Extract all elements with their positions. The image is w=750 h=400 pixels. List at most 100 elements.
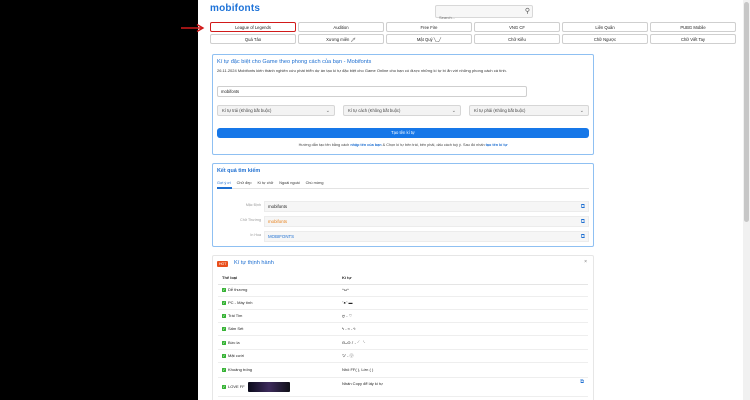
row-chars[interactable]: Nhô FF( ), Lớn ( ) <box>342 367 373 372</box>
row-category: ✓ Khoảng trống <box>222 367 252 372</box>
col-category-header: Thể loại <box>222 275 238 280</box>
copy-icon[interactable]: ⧉ <box>581 219 585 225</box>
result-box[interactable]: MOBIFONTS ⧉ <box>264 231 589 242</box>
btn-pubg-mobile[interactable]: PUBG Mobile <box>650 22 736 32</box>
btn-chu-nguoc[interactable]: Chữ Ngược <box>562 34 648 44</box>
row-category-label: PC - Máy tính <box>228 300 253 305</box>
guide-link-enter-name[interactable]: nhập tên của bạn <box>350 143 381 147</box>
search-icon[interactable]: ⚲ <box>525 7 530 16</box>
table-row: ✓ Trái Tim ღ - ♡ <box>218 310 588 323</box>
select-left-label: Kí tự trái (Không bắt buộc) <box>222 108 272 113</box>
result-box[interactable]: mobifonts ⧉ <box>264 216 589 227</box>
trending-title: Kí tự thịnh hành <box>234 260 274 266</box>
select-middle-label: Kí tự cách (Không bắt buộc) <box>348 108 401 113</box>
row-chars[interactable]: ღ - ♡ <box>342 313 352 318</box>
copy-icon[interactable]: ⧉ <box>580 379 584 386</box>
row-category-label: Sấm Sét <box>228 326 244 331</box>
chevron-down-icon: ⌄ <box>579 108 584 114</box>
name-input[interactable]: mobifonts <box>217 86 527 97</box>
site-header: mobifonts ⚲ <box>198 0 743 23</box>
btn-audition[interactable]: Audition <box>298 22 384 32</box>
row-category-label: Dễ thương <box>228 287 248 292</box>
web-content: mobifonts ⚲ League of Legends Audition F… <box>198 0 743 400</box>
result-label: Chữ Thường <box>240 218 261 222</box>
btn-lien-quan[interactable]: Liên Quân <box>562 22 648 32</box>
result-row: In Hoa MOBIFONTS ⧉ <box>217 230 589 244</box>
row-category: ✓ Trái Tim <box>222 313 242 318</box>
table-row: ✓ Khoảng trống Nhô FF( ), Lớn ( ) <box>218 363 588 378</box>
btn-free-fire[interactable]: Free Fire <box>386 22 472 32</box>
row-chars[interactable]: ʘᴗʘ ﾉ - ╯╰ <box>342 340 365 346</box>
checkbox-icon: ✓ <box>222 287 226 292</box>
scrollbar[interactable] <box>743 0 750 400</box>
result-box[interactable]: mobifonts ⧉ <box>264 201 589 212</box>
guide-middle: & Chọn kí tự bên trái, bên phải, dấu các… <box>382 143 485 147</box>
tab-ki-tu-chu[interactable]: Kí tự chữ <box>257 181 273 185</box>
select-middle-char[interactable]: Kí tự cách (Không bắt buộc) ⌄ <box>343 105 461 116</box>
row-category: ✓ Bức la <box>222 340 240 345</box>
copy-icon[interactable]: ⧉ <box>581 234 585 240</box>
game-buttons-row-2: Quá Tảo Xương miên 🗡 Mật Quý ╲_╱ Chữ Kiề… <box>210 34 736 44</box>
checkbox-icon: ✓ <box>222 367 226 372</box>
red-arrow-icon <box>181 23 205 33</box>
row-category: ✓ Mặt cười <box>222 353 244 358</box>
chevron-down-icon: ⌄ <box>325 108 330 114</box>
row-chars[interactable]: ツ - ㋡ <box>342 353 354 359</box>
checkbox-icon: ✓ <box>222 353 226 358</box>
generator-panel: Kí tự đặc biệt cho Game theo phong cách … <box>212 54 594 155</box>
scrollbar-thumb[interactable] <box>744 2 749 222</box>
btn-chu-kieu[interactable]: Chữ Kiều <box>474 34 560 44</box>
checkbox-icon: ✓ <box>222 313 226 318</box>
row-chars[interactable]: ϟ - ≈ - ϟ <box>342 326 356 331</box>
page: mobifonts ⚲ League of Legends Audition F… <box>0 0 750 400</box>
checkbox-icon: ✓ <box>222 340 226 345</box>
copy-icon[interactable]: ⧉ <box>581 204 585 210</box>
results-panel: Kết quả tìm kiếm Gợi ý ơi Chữ đẹp Kí tự … <box>212 163 594 247</box>
table-row: ✓ Dễ thương ^ω^ <box>218 284 588 297</box>
select-right-char[interactable]: Kí tự phải (Không bắt buộc) ⌄ <box>469 105 589 116</box>
result-value: mobifonts <box>268 204 288 209</box>
select-right-label: Kí tự phải (Không bắt buộc) <box>474 108 526 113</box>
checkbox-icon: ✓ <box>222 300 226 305</box>
tab-chu-mung[interactable]: Chú mừng <box>306 181 324 185</box>
btn-mat-quy[interactable]: Mật Quý ╲_╱ <box>386 34 472 44</box>
result-row: Mặc Định mobifonts ⧉ <box>217 200 589 214</box>
row-category: ✓ LOVE FF <box>222 382 290 392</box>
create-name-button[interactable]: Tạo tên kí tự <box>217 128 589 138</box>
select-left-char[interactable]: Kí tự trái (Không bắt buộc) ⌄ <box>217 105 335 116</box>
checkbox-icon: ✓ <box>222 326 226 331</box>
guide-prefix: Hướng dẫn tạo tên bằng cách <box>298 143 350 147</box>
trending-panel: HOT Kí tự thịnh hành × Thể loại Kí tự ✓ D… <box>212 255 594 400</box>
generator-title: Kí tự đặc biệt cho Game theo phong cách … <box>217 59 372 65</box>
tab-ngoai-ngoai[interactable]: Ngoài ngoài <box>279 181 299 185</box>
checkbox-icon: ✓ <box>222 385 226 389</box>
search-box[interactable]: ⚲ <box>435 5 533 23</box>
row-category-label: Bức la <box>228 340 240 345</box>
site-logo[interactable]: mobifonts <box>210 3 260 14</box>
btn-xuong-mien[interactable]: Xương miên 🗡 <box>298 34 384 44</box>
row-category: ✓ PC - Máy tính <box>222 300 252 305</box>
result-label: Mặc Định <box>245 203 261 207</box>
row-chars[interactable]: Nhấn Copy để lấy kí tự <box>342 381 383 386</box>
tab-chu-dep[interactable]: Chữ đẹp <box>237 181 252 185</box>
result-value: MOBIFONTS <box>268 234 295 239</box>
guide-link-create[interactable]: tạo tên kí tự <box>486 143 508 147</box>
btn-qua-tao[interactable]: Quá Tảo <box>210 34 296 44</box>
btn-vng-cf[interactable]: VNG CF <box>474 22 560 32</box>
row-chars[interactable]: ^ω^ <box>342 287 349 292</box>
table-row: ✓ Bức la ʘᴗʘ ﾉ - ╯╰ <box>218 336 588 350</box>
tabs-divider <box>217 188 589 189</box>
row-category-label: LOVE FF <box>228 384 245 390</box>
love-ff-image <box>247 382 290 392</box>
row-category: ✓ Sấm Sét <box>222 326 243 331</box>
hot-badge: HOT <box>217 261 229 267</box>
btn-chu-viet-tay[interactable]: Chữ Viết Tay <box>650 34 736 44</box>
row-category-label: Trái Tim <box>228 313 243 318</box>
row-category: ✓ Dễ thương <box>222 287 247 292</box>
row-chars[interactable]: ᵔᴥᵔ ▬ <box>342 300 353 305</box>
result-row: Chữ Thường mobifonts ⧉ <box>217 215 589 229</box>
results-tabs: Gợi ý ơi Chữ đẹp Kí tự chữ Ngoài ngoài C… <box>217 181 324 185</box>
btn-league-of-legends[interactable]: League of Legends <box>210 22 296 32</box>
close-icon[interactable]: × <box>584 259 587 265</box>
tab-goi-y[interactable]: Gợi ý ơi <box>217 181 231 185</box>
